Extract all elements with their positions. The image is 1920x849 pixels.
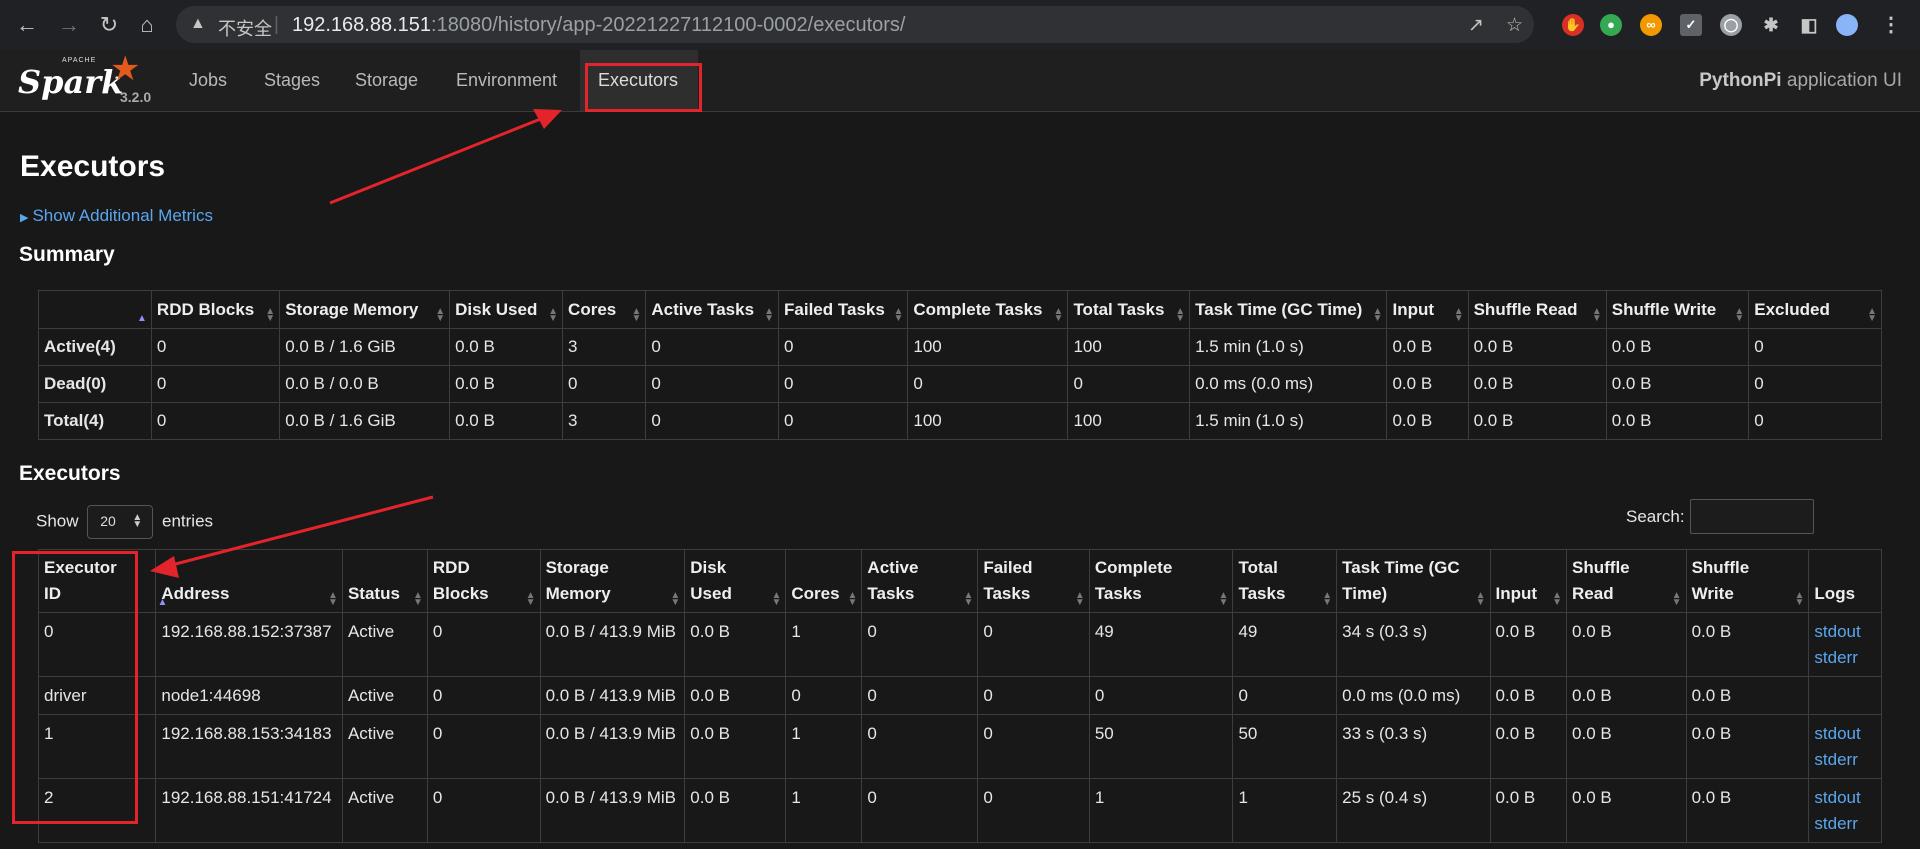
arrowhead-bottom [150, 556, 179, 578]
arrow-line-bottom [163, 495, 434, 569]
annotation-arrows [150, 109, 562, 578]
arrow-line-top [329, 114, 549, 205]
